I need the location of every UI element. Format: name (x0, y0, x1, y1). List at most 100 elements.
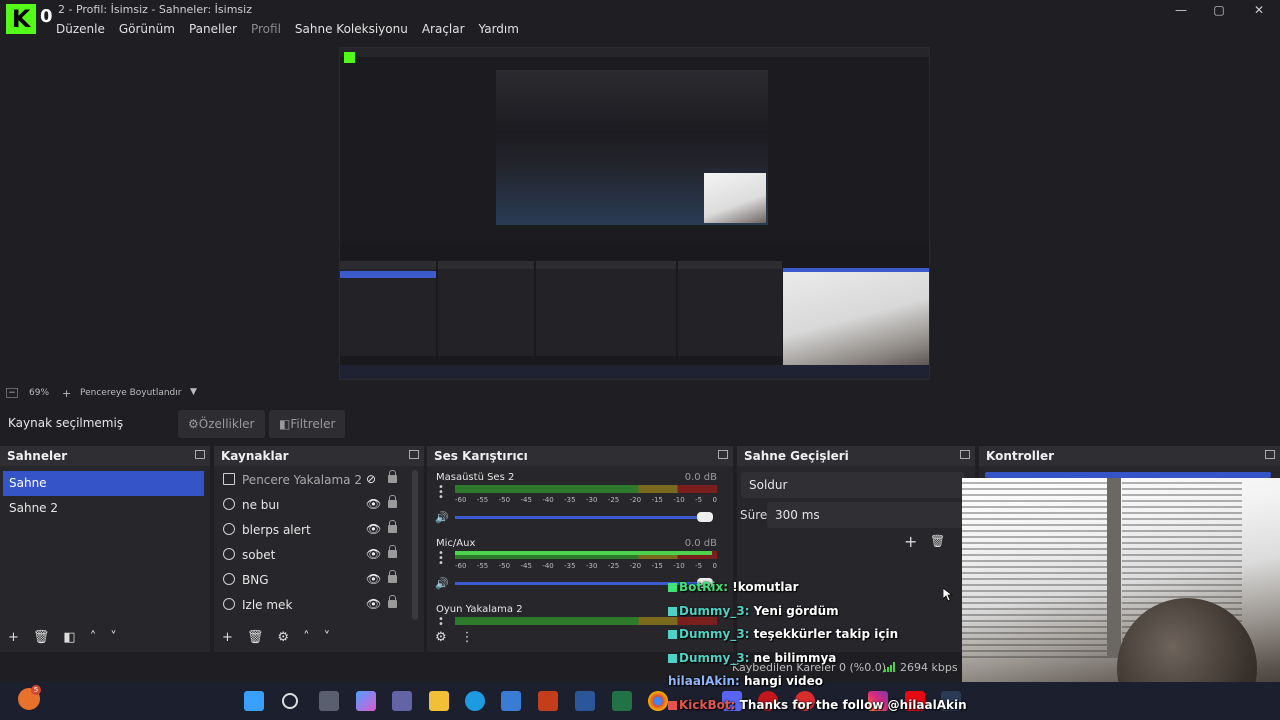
undock-icon[interactable] (1265, 450, 1275, 459)
speaker-icon[interactable]: 🔊 (435, 577, 449, 590)
chevron-up-icon[interactable]: ˄ (90, 630, 97, 646)
scale-tick: 0 (712, 496, 717, 504)
lock-icon[interactable] (388, 545, 397, 558)
menu-tools[interactable]: Araçlar (422, 22, 465, 40)
source-item[interactable]: Pencere Yakalama 2 ⊘ (214, 467, 424, 492)
lock-icon[interactable] (388, 495, 397, 508)
trash-icon[interactable]: 🗑 (33, 630, 50, 646)
scale-tick: 0 (712, 562, 717, 570)
zoom-in-button[interactable]: + (62, 387, 71, 400)
speaker-icon[interactable]: 🔊 (435, 511, 449, 524)
eye-icon[interactable]: 👁 (366, 547, 381, 561)
menu-view[interactable]: Görünüm (119, 22, 175, 40)
chat-text: teşekkürler takip için (749, 627, 899, 641)
eye-icon[interactable]: 👁 (366, 522, 381, 536)
globe-icon (223, 548, 235, 560)
more-options-icon[interactable]: ⋮ (461, 630, 474, 646)
scale-tick: -5 (695, 496, 703, 504)
obs-window: 2 - Profil: İsimsiz - Sahneler: İsimsiz … (0, 0, 1280, 720)
lock-icon[interactable] (388, 470, 397, 483)
source-item[interactable]: ne buı 👁 (214, 492, 424, 517)
fit-to-window[interactable]: Pencereye Boyutlandır (80, 388, 181, 398)
volume-knob[interactable] (697, 512, 713, 522)
add-icon[interactable]: + (904, 532, 917, 551)
trash-icon[interactable]: 🗑 (247, 630, 264, 646)
more-options-icon[interactable]: ••• (438, 549, 444, 569)
search-icon[interactable] (282, 693, 298, 709)
source-label: Izle mek (242, 598, 293, 612)
source-item[interactable]: blerps alert 👁 (214, 517, 424, 542)
edge-icon[interactable] (465, 691, 485, 711)
undock-icon[interactable] (409, 450, 419, 459)
transitions-title: Sahne Geçişleri (744, 449, 849, 463)
chat-username: hilaalAkin (668, 674, 736, 688)
zoom-out-button[interactable]: − (6, 388, 18, 398)
transition-select[interactable]: Soldur (741, 472, 965, 498)
word-icon[interactable] (575, 691, 595, 711)
chevron-down-icon[interactable]: ▼ (190, 387, 197, 397)
file-explorer-icon[interactable] (429, 691, 449, 711)
taskbar: 5 (0, 682, 1280, 720)
scene-item[interactable]: Sahne 2 (0, 496, 210, 521)
add-icon[interactable]: + (222, 630, 233, 646)
menu-docks[interactable]: Paneller (189, 22, 237, 40)
scale-tick: -10 (673, 562, 685, 570)
scale-tick: -45 (520, 562, 532, 570)
source-item[interactable]: Izle mek 👁 (214, 592, 424, 617)
lock-icon[interactable] (388, 520, 397, 533)
undock-icon[interactable] (195, 450, 205, 459)
chevron-down-icon[interactable]: ˅ (324, 630, 331, 646)
sources-scrollbar[interactable] (412, 470, 418, 620)
globe-icon (223, 498, 235, 510)
filters-button[interactable]: ◧Filtreler (269, 410, 346, 438)
undock-icon[interactable] (960, 450, 970, 459)
powerpoint-icon[interactable] (538, 691, 558, 711)
window-icon (223, 473, 235, 485)
gear-icon[interactable]: ⚙ (277, 630, 289, 646)
preview-canvas[interactable] (339, 47, 930, 380)
duration-label: Süre (740, 508, 768, 522)
chat-username: KickBot (679, 698, 731, 712)
close-button[interactable]: ✕ (1248, 1, 1270, 19)
lock-icon[interactable] (388, 570, 397, 583)
volume-slider[interactable] (455, 512, 713, 522)
task-view-icon[interactable] (319, 691, 339, 711)
chevron-down-icon[interactable]: ˅ (110, 630, 117, 646)
eye-icon[interactable]: 👁 (366, 597, 381, 611)
eye-icon[interactable]: 👁 (366, 572, 381, 586)
copilot-icon[interactable] (356, 691, 376, 711)
source-item[interactable]: BNG 👁 (214, 567, 424, 592)
scale-tick: -20 (629, 496, 642, 504)
windows-start-icon[interactable] (244, 691, 264, 711)
eye-off-icon[interactable]: ⊘ (366, 472, 376, 486)
maximize-button[interactable]: ▢ (1208, 1, 1230, 19)
chat-username: Dummy_3 (679, 627, 745, 641)
scene-item[interactable]: Sahne (3, 471, 204, 496)
properties-button[interactable]: ⚙Özellikler (178, 410, 265, 438)
eye-icon[interactable]: 👁 (366, 497, 381, 511)
menu-scene-collection[interactable]: Sahne Koleksiyonu (295, 22, 408, 40)
filter-icon[interactable]: ◧ (63, 630, 75, 646)
chat-text: !komutlar (728, 580, 799, 594)
teams-icon[interactable] (392, 691, 412, 711)
scale-tick: -50 (498, 496, 511, 504)
undock-icon[interactable] (718, 450, 728, 459)
gear-icon[interactable]: ⚙ (435, 630, 447, 646)
nested-dock-scenes (340, 261, 436, 356)
chevron-up-icon[interactable]: ˄ (303, 630, 310, 646)
chat-text: hangi video (739, 674, 823, 688)
menu-edit[interactable]: Düzenle (56, 22, 105, 40)
duration-input[interactable]: 300 ms (767, 502, 965, 528)
excel-icon[interactable] (612, 691, 632, 711)
lock-icon[interactable] (388, 595, 397, 608)
menu-profile[interactable]: Profil (251, 22, 281, 40)
chrome-icon[interactable] (648, 691, 668, 711)
minimize-button[interactable]: — (1170, 1, 1192, 19)
add-icon[interactable]: + (8, 630, 19, 646)
more-options-icon[interactable]: ••• (438, 483, 444, 503)
source-item[interactable]: sobet 👁 (214, 542, 424, 567)
channel-db: 0.0 dB (684, 472, 717, 483)
menu-help[interactable]: Yardım (479, 22, 519, 40)
store-icon[interactable] (501, 691, 521, 711)
trash-icon[interactable]: 🗑 (930, 534, 945, 548)
